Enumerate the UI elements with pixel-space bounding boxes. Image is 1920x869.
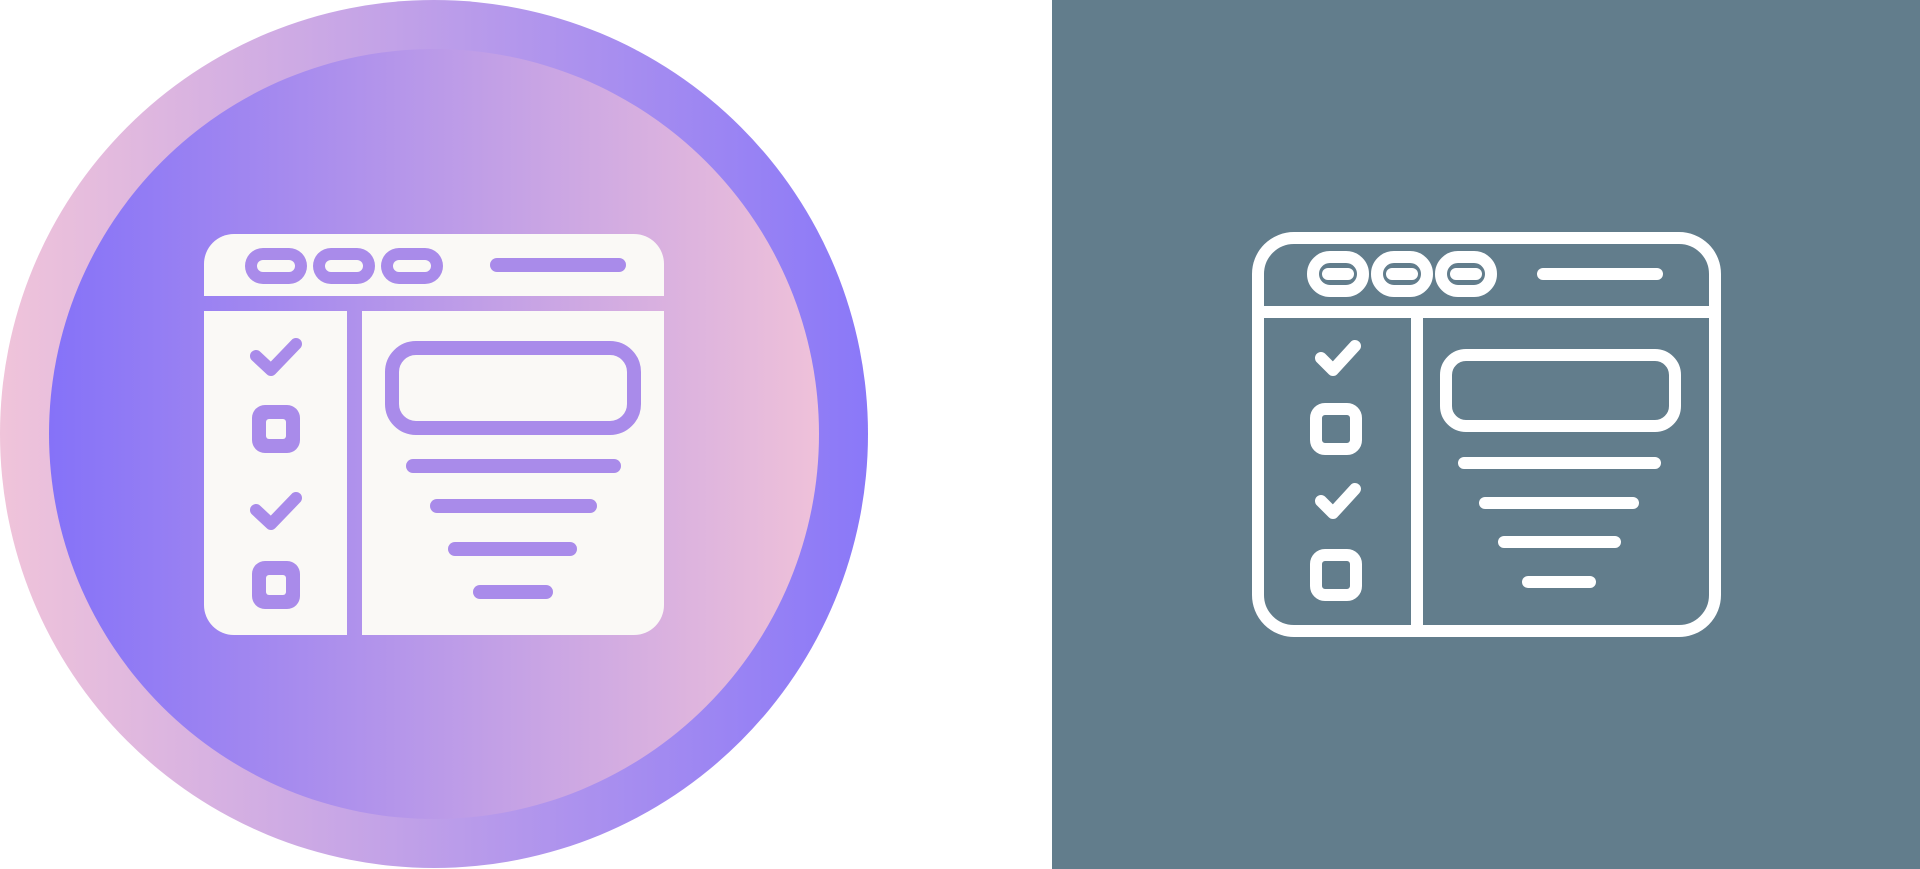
glyph-checklist-window-icon bbox=[0, 0, 868, 868]
icon-preview-canvas bbox=[0, 0, 1920, 869]
text-line bbox=[430, 499, 597, 513]
address-bar-line bbox=[490, 258, 626, 272]
outline-icon-panel bbox=[1052, 0, 1920, 869]
glyph-icon-panel bbox=[0, 0, 1052, 869]
slate-background bbox=[1052, 0, 1920, 869]
outline-checklist-window-icon bbox=[1052, 0, 1920, 869]
text-line bbox=[406, 459, 621, 473]
window-glyph bbox=[204, 234, 664, 635]
text-line bbox=[473, 585, 553, 599]
text-line bbox=[448, 542, 577, 556]
